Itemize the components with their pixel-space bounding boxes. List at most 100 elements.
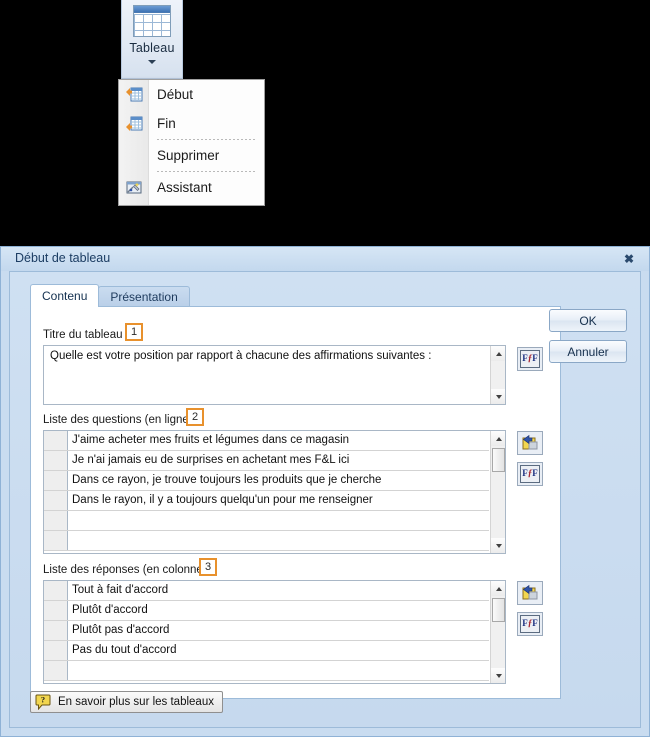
- menu-item-fin[interactable]: Fin: [119, 109, 264, 138]
- menu-separator: [157, 171, 256, 172]
- row-text[interactable]: J'aime acheter mes fruits et légumes dan…: [68, 431, 489, 450]
- help-bubble-icon: ?: [35, 694, 52, 711]
- cancel-button[interactable]: Annuler: [549, 340, 627, 363]
- table-row[interactable]: Tout à fait d'accord: [44, 581, 489, 601]
- table-icon: [133, 5, 171, 37]
- titre-du-tableau-label: Titre du tableau :: [43, 329, 129, 341]
- cancel-button-label: Annuler: [567, 344, 609, 359]
- table-row[interactable]: [44, 661, 489, 681]
- liste-questions-label: Liste des questions (en ligne): [43, 414, 193, 426]
- row-text[interactable]: Plutôt d'accord: [68, 601, 489, 620]
- badge-2: 2: [186, 408, 204, 426]
- dialog-titlebar: Début de tableau ✖: [1, 247, 649, 271]
- wizard-wand-icon: [126, 180, 143, 196]
- dialog-tabstrip: Contenu Présentation: [30, 284, 190, 307]
- tab-label: Présentation: [110, 290, 178, 304]
- contenu-panel: Titre du tableau : 1 Quelle est votre po…: [30, 306, 561, 699]
- row-text[interactable]: Je n'ai jamais eu de surprises en acheta…: [68, 451, 489, 470]
- row-text[interactable]: Pas du tout d'accord: [68, 641, 489, 660]
- row-selector[interactable]: [44, 661, 68, 680]
- tableau-dropdown-menu: Début Fin Supprimer Assistant: [118, 79, 265, 206]
- ribbon-area: Tableau Début Fin Supprimer Assistant: [0, 0, 650, 240]
- chevron-down-icon[interactable]: [148, 60, 156, 64]
- table-row[interactable]: Plutôt d'accord: [44, 601, 489, 621]
- titre-du-tableau-value: Quelle est votre position par rapport à …: [50, 350, 432, 362]
- ribbon-tableau-label: Tableau: [129, 41, 175, 55]
- menu-item-debut[interactable]: Début: [119, 80, 264, 109]
- questions-scrollbar[interactable]: [490, 431, 505, 553]
- row-text[interactable]: Plutôt pas d'accord: [68, 621, 489, 640]
- scroll-thumb[interactable]: [492, 598, 505, 622]
- row-selector[interactable]: [44, 531, 68, 550]
- ribbon-tableau-button[interactable]: Tableau: [121, 0, 183, 79]
- row-text[interactable]: Dans le rayon, il y a toujours quelqu'un…: [68, 491, 489, 510]
- badge-1: 1: [125, 323, 143, 341]
- badge-3: 3: [199, 558, 217, 576]
- row-selector[interactable]: [44, 471, 68, 490]
- import-questions-button[interactable]: [517, 431, 543, 455]
- row-selector[interactable]: [44, 601, 68, 620]
- menu-item-label: Supprimer: [157, 148, 220, 163]
- menu-item-label: Début: [157, 87, 194, 102]
- scroll-down-icon[interactable]: [491, 389, 505, 404]
- questions-grid[interactable]: J'aime acheter mes fruits et légumes dan…: [43, 430, 506, 554]
- table-row[interactable]: Dans ce rayon, je trouve toujours les pr…: [44, 471, 489, 491]
- scroll-down-icon[interactable]: [491, 538, 505, 553]
- table-row[interactable]: Plutôt pas d'accord: [44, 621, 489, 641]
- row-text[interactable]: Dans ce rayon, je trouve toujours les pr…: [68, 471, 489, 490]
- ok-button-label: OK: [579, 313, 597, 328]
- format-answers-button[interactable]: FƒF: [517, 612, 543, 636]
- format-questions-button[interactable]: FƒF: [517, 462, 543, 486]
- learn-more-label: En savoir plus sur les tableaux: [58, 696, 214, 708]
- import-list-icon: [520, 584, 540, 602]
- scroll-down-icon[interactable]: [491, 668, 505, 683]
- liste-reponses-label: Liste des réponses (en colonne): [43, 564, 207, 576]
- table-row[interactable]: Dans le rayon, il y a toujours quelqu'un…: [44, 491, 489, 511]
- font-format-icon: FƒF: [520, 615, 540, 633]
- menu-item-assistant[interactable]: Assistant: [119, 173, 264, 202]
- titre-scrollbar[interactable]: [490, 346, 505, 404]
- screen: Tableau Début Fin Supprimer Assistant Dé…: [0, 0, 650, 737]
- scroll-up-icon[interactable]: [491, 431, 505, 446]
- scroll-up-icon[interactable]: [491, 581, 505, 596]
- scroll-thumb[interactable]: [492, 448, 505, 472]
- svg-text:?: ?: [41, 695, 45, 705]
- import-list-icon: [520, 434, 540, 452]
- table-row[interactable]: J'aime acheter mes fruits et légumes dan…: [44, 431, 489, 451]
- tab-label: Contenu: [42, 289, 88, 303]
- dialog-body: Contenu Présentation Titre du tableau : …: [9, 271, 641, 728]
- format-font-button[interactable]: FƒF: [517, 347, 543, 371]
- menu-separator: [157, 139, 256, 140]
- menu-item-supprimer[interactable]: Supprimer: [119, 141, 264, 170]
- table-row[interactable]: [44, 511, 489, 531]
- import-answers-button[interactable]: [517, 581, 543, 605]
- debut-de-tableau-dialog: Début de tableau ✖ Contenu Présentation …: [0, 246, 650, 737]
- answers-scrollbar[interactable]: [490, 581, 505, 683]
- close-icon[interactable]: ✖: [619, 250, 639, 267]
- scroll-up-icon[interactable]: [491, 346, 505, 361]
- row-text[interactable]: Tout à fait d'accord: [68, 581, 489, 600]
- row-selector[interactable]: [44, 431, 68, 450]
- ok-button[interactable]: OK: [549, 309, 627, 332]
- row-selector[interactable]: [44, 641, 68, 660]
- tab-presentation[interactable]: Présentation: [98, 286, 190, 307]
- row-selector[interactable]: [44, 491, 68, 510]
- table-end-icon: [126, 116, 143, 132]
- titre-du-tableau-textarea[interactable]: Quelle est votre position par rapport à …: [43, 345, 506, 405]
- table-row[interactable]: Je n'ai jamais eu de surprises en acheta…: [44, 451, 489, 471]
- answers-rows: Tout à fait d'accord Plutôt d'accord Plu…: [44, 581, 489, 683]
- row-selector[interactable]: [44, 581, 68, 600]
- learn-more-button[interactable]: ? En savoir plus sur les tableaux: [30, 691, 223, 713]
- answers-grid[interactable]: Tout à fait d'accord Plutôt d'accord Plu…: [43, 580, 506, 684]
- table-row[interactable]: [44, 531, 489, 551]
- row-text[interactable]: [68, 661, 489, 680]
- row-selector[interactable]: [44, 621, 68, 640]
- tab-contenu[interactable]: Contenu: [30, 284, 100, 307]
- row-text[interactable]: [68, 511, 489, 530]
- table-start-icon: [126, 87, 143, 103]
- row-text[interactable]: [68, 531, 489, 550]
- row-selector[interactable]: [44, 511, 68, 530]
- font-format-icon: FƒF: [520, 465, 540, 483]
- table-row[interactable]: Pas du tout d'accord: [44, 641, 489, 661]
- row-selector[interactable]: [44, 451, 68, 470]
